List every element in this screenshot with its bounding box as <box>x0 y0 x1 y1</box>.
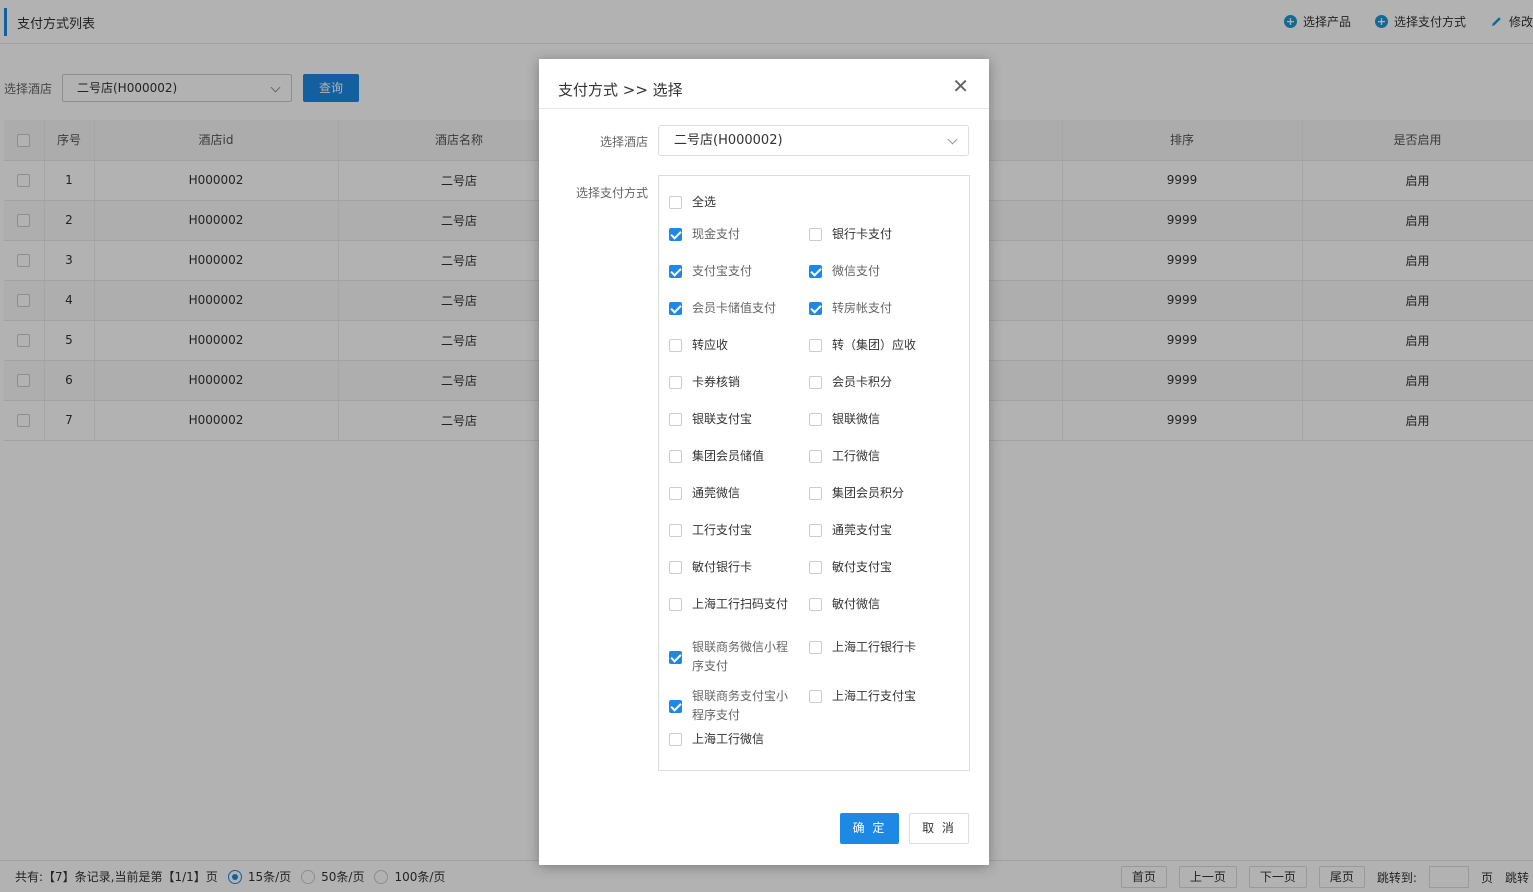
payment-method-checkbox[interactable]: 敏付银行卡 <box>669 558 752 577</box>
payment-method-checkbox[interactable]: 支付宝支付 <box>669 262 752 281</box>
payment-method-checkbox[interactable]: 通莞微信 <box>669 484 740 503</box>
checkbox-box <box>809 487 822 500</box>
checkbox-box <box>809 561 822 574</box>
payment-method-checkbox[interactable]: 银行卡支付 <box>809 225 892 244</box>
payment-method-checkbox[interactable]: 上海工行扫码支付 <box>669 595 788 614</box>
checked-checkbox-icon <box>669 228 682 241</box>
checkbox-box <box>809 450 822 463</box>
payment-method-label: 支付宝支付 <box>692 264 753 278</box>
chevron-down-icon <box>947 134 958 145</box>
payment-method-list: 全选 现金支付 银行卡支付支付宝支付 微信支付会员卡储值支付 转房帐支付转应收 转（集团… <box>658 175 970 771</box>
payment-method-checkbox[interactable]: 敏付支付宝 <box>809 558 892 577</box>
payment-method-label: 工行微信 <box>832 449 881 463</box>
checked-checkbox-icon <box>809 265 822 278</box>
payment-method-checkbox[interactable]: 转（集团）应收 <box>809 336 916 355</box>
payment-method-checkbox[interactable]: 工行支付宝 <box>669 521 752 540</box>
payment-method-label: 银联商务微信小程序支付 <box>692 640 789 673</box>
checkbox-box <box>809 690 822 703</box>
payment-select-dialog: 支付方式 >> 选择 ✕ 选择酒店 二号店(H000002) 选择支付方式 全选… <box>539 59 989 865</box>
payment-method-checkbox[interactable]: 银联支付宝 <box>669 410 752 429</box>
payment-method-checkbox[interactable]: 上海工行银行卡 <box>809 638 939 657</box>
payment-method-checkbox[interactable]: 上海工行微信 <box>669 730 764 749</box>
payment-method-label: 银联微信 <box>832 412 881 426</box>
confirm-button[interactable]: 确 定 <box>840 813 899 844</box>
payment-method-checkbox[interactable]: 转应收 <box>669 336 728 355</box>
checkbox-box <box>809 339 822 352</box>
payment-method-checkbox[interactable]: 会员卡储值支付 <box>669 299 776 318</box>
checkbox-box <box>669 413 682 426</box>
payment-method-label: 转（集团）应收 <box>832 338 917 352</box>
payment-method-checkbox[interactable]: 会员卡积分 <box>809 373 892 392</box>
payment-method-label: 集团会员储值 <box>692 449 765 463</box>
checkbox-box <box>669 339 682 352</box>
payment-method-checkbox[interactable]: 上海工行支付宝 <box>809 687 939 706</box>
checkbox-box <box>669 376 682 389</box>
select-all-label: 全选 <box>692 195 717 209</box>
checked-checkbox-icon <box>669 302 682 315</box>
checkbox-box <box>809 413 822 426</box>
payment-method-checkbox[interactable]: 银联商务微信小程序支付 <box>669 638 799 676</box>
checked-checkbox-icon <box>669 699 682 713</box>
checked-checkbox-icon <box>809 302 822 315</box>
payment-method-checkbox[interactable]: 卡券核销 <box>669 373 740 392</box>
checkbox-box <box>669 733 682 746</box>
payment-method-label: 转房帐支付 <box>832 301 893 315</box>
dialog-payment-label: 选择支付方式 <box>575 186 648 200</box>
payment-method-label: 敏付支付宝 <box>832 560 893 574</box>
dialog-hotel-value: 二号店(H000002) <box>674 133 783 148</box>
payment-method-checkbox[interactable]: 微信支付 <box>809 262 880 281</box>
payment-method-label: 敏付银行卡 <box>692 560 753 574</box>
dialog-hotel-select[interactable]: 二号店(H000002) <box>658 125 969 156</box>
cancel-button[interactable]: 取 消 <box>909 813 969 844</box>
payment-method-checkbox[interactable]: 银联微信 <box>809 410 880 429</box>
payment-method-checkbox[interactable]: 转房帐支付 <box>809 299 892 318</box>
payment-method-checkbox[interactable]: 现金支付 <box>669 225 740 244</box>
payment-method-label: 银行卡支付 <box>832 227 893 241</box>
dialog-header: 支付方式 >> 选择 ✕ <box>539 59 989 109</box>
payment-method-label: 会员卡积分 <box>832 375 893 389</box>
payment-method-label: 上海工行扫码支付 <box>692 597 789 611</box>
dialog-hotel-label: 选择酒店 <box>599 135 648 149</box>
payment-method-label: 卡券核销 <box>692 375 741 389</box>
payment-method-label: 工行支付宝 <box>692 523 753 537</box>
checkbox-box <box>669 487 682 500</box>
payment-method-label: 会员卡储值支付 <box>692 301 777 315</box>
payment-method-label: 集团会员积分 <box>832 486 905 500</box>
payment-method-label: 上海工行支付宝 <box>832 689 917 703</box>
payment-method-label: 转应收 <box>692 338 729 352</box>
checkbox-box <box>669 598 682 611</box>
select-all-checkbox[interactable]: 全选 <box>669 193 716 212</box>
checkbox-box <box>809 228 822 241</box>
payment-method-label: 银联商务支付宝小程序支付 <box>692 689 789 722</box>
checkbox-box <box>669 524 682 537</box>
payment-method-checkbox[interactable]: 敏付微信 <box>809 595 880 614</box>
payment-method-label: 银联支付宝 <box>692 412 753 426</box>
payment-method-label: 通莞支付宝 <box>832 523 893 537</box>
payment-method-checkbox[interactable]: 集团会员积分 <box>809 484 904 503</box>
payment-method-label: 微信支付 <box>832 264 881 278</box>
close-icon[interactable]: ✕ <box>952 76 969 96</box>
payment-method-checkbox[interactable]: 工行微信 <box>809 447 880 466</box>
payment-method-label: 敏付微信 <box>832 597 881 611</box>
payment-method-label: 上海工行银行卡 <box>832 640 917 654</box>
payment-method-checkbox[interactable]: 集团会员储值 <box>669 447 764 466</box>
checkbox-box <box>669 450 682 463</box>
payment-method-label: 现金支付 <box>692 227 741 241</box>
payment-method-label: 通莞微信 <box>692 486 741 500</box>
checked-checkbox-icon <box>669 265 682 278</box>
checkbox-box <box>809 376 822 389</box>
checkbox-box <box>809 524 822 537</box>
checkbox-box <box>809 641 822 654</box>
checked-checkbox-icon <box>669 650 682 664</box>
payment-method-checkbox[interactable]: 通莞支付宝 <box>809 521 892 540</box>
payment-method-checkbox[interactable]: 银联商务支付宝小程序支付 <box>669 687 799 725</box>
checkbox-box <box>809 598 822 611</box>
checkbox-box <box>669 561 682 574</box>
checkbox-box <box>669 196 682 209</box>
payment-method-label: 上海工行微信 <box>692 732 765 746</box>
dialog-title: 支付方式 >> 选择 <box>558 81 683 99</box>
